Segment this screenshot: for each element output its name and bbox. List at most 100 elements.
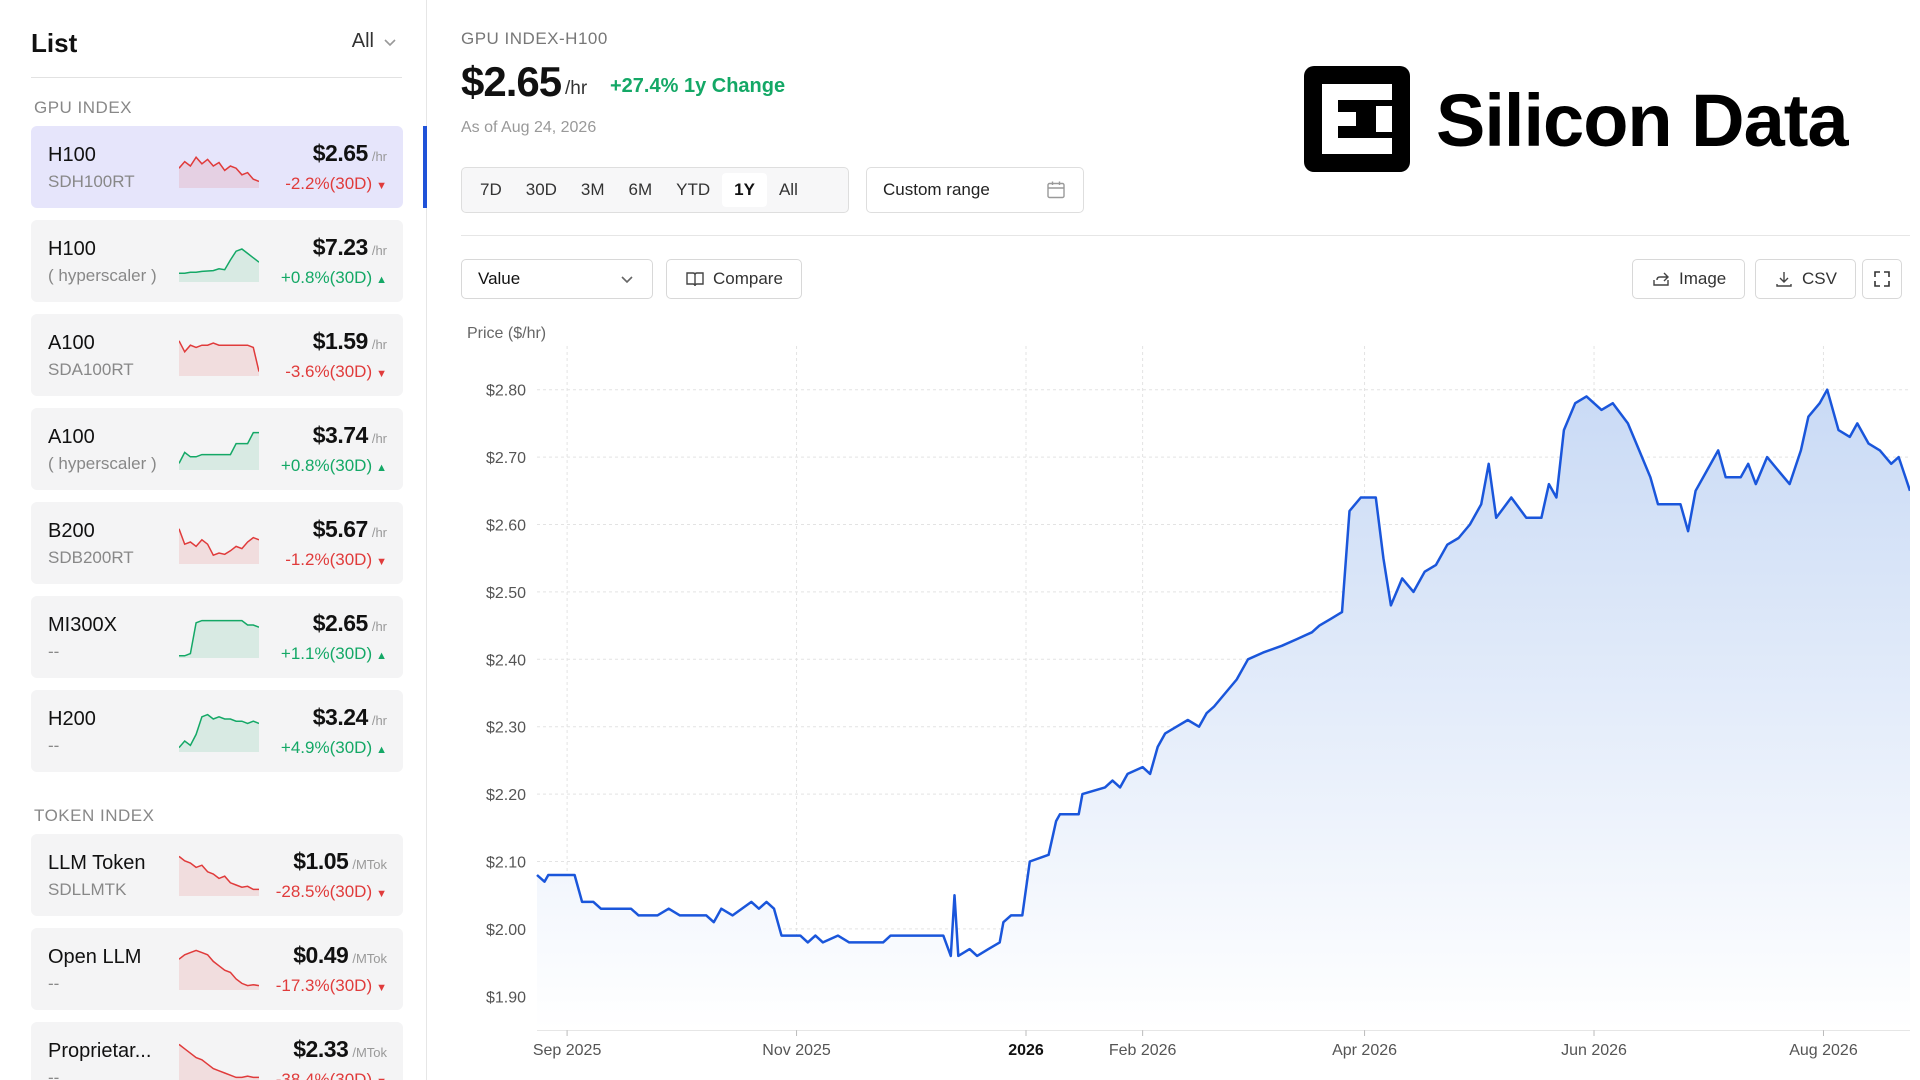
y-axis: $1.90 $2.00 $2.10 $2.20 $2.30 $2.40 $2.50 $2.60… — [486, 383, 526, 1007]
as-of-date: As of Aug 24, 2026 — [461, 119, 597, 136]
y-tick-label: $2.50 — [486, 585, 526, 602]
item-change: -17.3%(30D) ▼ — [275, 976, 387, 995]
item-price-unit: /hr — [371, 619, 387, 634]
item-name: B200 — [48, 520, 95, 542]
item-name: A100 — [48, 332, 95, 354]
sparkline — [179, 619, 259, 658]
custom-range-label: Custom range — [883, 180, 990, 199]
item-code: SDB200RT — [48, 548, 134, 567]
filter-dropdown[interactable]: All — [352, 30, 398, 53]
arrow-down-icon: ▼ — [376, 888, 387, 900]
brand-name: Silicon Data — [1436, 79, 1849, 162]
item-code: ( hyperscaler ) — [48, 454, 157, 473]
sparkline — [179, 1043, 259, 1080]
item-price: $5.67/hr — [312, 516, 387, 542]
value-select[interactable]: Value — [461, 259, 653, 299]
compare-button[interactable]: Compare — [666, 259, 802, 299]
list-item[interactable]: LLM Token SDLLMTK $1.05/MTok -28.5%(30D) ▼ — [31, 834, 403, 916]
range-selector: 7D 30D 3M 6M YTD 1Y All — [461, 167, 849, 213]
sparkline — [179, 713, 259, 752]
x-axis: Sep 2025 Nov 2025 2026 Feb 2026 Apr 2026 Jun … — [533, 1029, 1910, 1059]
price-chart[interactable]: Price ($/hr) $1.90 $2.00 $2.10 $2.20 $2.30 $2… — [461, 316, 1910, 1080]
item-price: $1.59/hr — [312, 328, 387, 354]
list-item[interactable]: B200 SDB200RT $5.67/hr -1.2%(30D) ▼ — [31, 502, 403, 584]
item-change: +0.8%(30D) ▲ — [280, 268, 387, 287]
value-select-label: Value — [478, 269, 521, 288]
arrow-down-icon: ▼ — [376, 556, 387, 568]
x-tick-label: 2026 — [1008, 1042, 1044, 1059]
item-change: -38.4%(30D)▼ — [276, 1070, 387, 1080]
filter-label: All — [351, 30, 374, 52]
item-price: $2.65/hr — [312, 610, 387, 636]
range-6m[interactable]: 6M — [617, 173, 665, 207]
arrow-up-icon: ▲ — [376, 274, 387, 286]
list-item[interactable]: H200 -- $3.24/hr +4.9%(30D) ▲ — [31, 690, 403, 772]
arrow-up-icon: ▲ — [376, 650, 387, 662]
csv-label: CSV — [1802, 269, 1837, 288]
x-tick-label: Feb 2026 — [1109, 1042, 1177, 1059]
list-item[interactable]: MI300X -- $2.65/hr +1.1%(30D) ▲ — [31, 596, 403, 678]
sparkline — [179, 431, 259, 470]
book-open-icon — [686, 272, 704, 287]
item-price: $2.33/MTok — [293, 1036, 387, 1062]
item-change: -3.6%(30D) ▼ — [285, 362, 387, 381]
x-tick-label: Nov 2025 — [762, 1042, 831, 1059]
active-indicator — [423, 126, 427, 208]
image-label: Image — [1679, 269, 1727, 288]
item-code: -- — [48, 1068, 60, 1080]
y-tick-label: $2.60 — [486, 518, 526, 535]
item-name: MI300X — [48, 614, 117, 636]
list-item[interactable]: A100 SDA100RT $1.59/hr -3.6%(30D) ▼ — [31, 314, 403, 396]
range-3m[interactable]: 3M — [569, 173, 617, 207]
arrow-up-icon: ▲ — [376, 462, 387, 474]
image-export-button[interactable]: Image — [1632, 259, 1746, 299]
calendar-icon — [1047, 181, 1065, 199]
fullscreen-button[interactable] — [1862, 259, 1902, 299]
item-change: -1.2%(30D) ▼ — [285, 550, 387, 569]
item-price: $7.23/hr — [312, 234, 387, 260]
item-price-unit: /hr — [371, 149, 387, 164]
list-item[interactable]: Proprietar... -- $2.33/MTok -38.4%(30D)▼ — [31, 1022, 403, 1080]
item-name: Open LLM — [48, 946, 142, 968]
item-change: +0.8%(30D) ▲ — [280, 456, 387, 475]
range-30d[interactable]: 30D — [514, 173, 569, 207]
list-item[interactable]: H100 ( hyperscaler ) $7.23/hr +0.8%(30D) ▲ — [31, 220, 403, 302]
price-unit: /hr — [565, 78, 588, 99]
list-item[interactable]: A100 ( hyperscaler ) $3.74/hr +0.8%(30D) ▲ — [31, 408, 403, 490]
list-item[interactable]: Open LLM -- $0.49/MTok -17.3%(30D) ▼ — [31, 928, 403, 1010]
download-icon — [1776, 272, 1792, 287]
sidebar-title: List — [31, 28, 78, 58]
item-change: -2.2%(30D) ▼ — [285, 174, 387, 193]
y-tick-label: $2.40 — [486, 652, 526, 669]
chevron-down-icon — [384, 38, 396, 46]
expand-icon — [1874, 271, 1890, 287]
item-price-unit: /MTok — [352, 951, 387, 966]
y-tick-label: $2.80 — [486, 383, 526, 400]
item-change: +4.9%(30D) ▲ — [280, 738, 387, 757]
arrow-down-icon: ▼ — [376, 180, 387, 192]
y-tick-label: $2.00 — [486, 922, 526, 939]
sparkline — [179, 528, 259, 564]
section-label-gpu: GPU INDEX — [34, 98, 133, 117]
item-price-unit: /hr — [371, 713, 387, 728]
item-code: ( hyperscaler ) — [48, 266, 157, 285]
item-price: $3.74/hr — [312, 422, 387, 448]
item-change: +1.1%(30D) ▲ — [280, 644, 387, 663]
list-item[interactable]: H100 SDH100RT $2.65/hr -2.2%(30D) ▼ — [31, 126, 403, 208]
item-price-unit: /MTok — [352, 857, 387, 872]
item-code: SDA100RT — [48, 360, 134, 379]
x-tick-label: Sep 2025 — [533, 1042, 602, 1059]
item-price-unit: /hr — [371, 431, 387, 446]
range-ytd[interactable]: YTD — [664, 173, 722, 207]
custom-range-picker[interactable]: Custom range — [866, 167, 1084, 213]
item-code: -- — [48, 974, 60, 993]
range-7d[interactable]: 7D — [468, 173, 514, 207]
item-code: SDLLMTK — [48, 880, 127, 899]
range-1y[interactable]: 1Y — [722, 173, 767, 207]
y-tick-label: $1.90 — [486, 989, 526, 1006]
range-all[interactable]: All — [767, 173, 810, 207]
sparkline — [179, 949, 259, 990]
item-price: $0.49/MTok — [293, 942, 387, 968]
y-tick-label: $2.20 — [486, 787, 526, 804]
csv-export-button[interactable]: CSV — [1755, 259, 1856, 299]
